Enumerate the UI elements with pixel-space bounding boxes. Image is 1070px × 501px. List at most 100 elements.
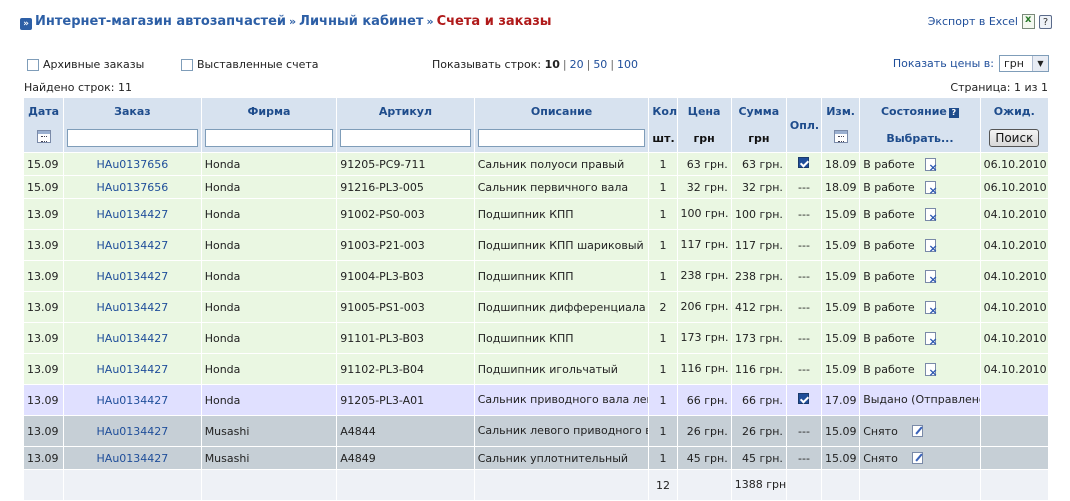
edit-doc-icon[interactable] [911,451,923,464]
order-link[interactable]: HAu0134427 [97,425,169,438]
topbar: » Интернет-магазин автозапчастей» Личный к… [20,14,1052,34]
rows-option-100[interactable]: 100 [617,58,638,71]
col-expected[interactable]: Ожид. [979,98,1050,124]
paid-checkbox[interactable] [798,157,810,168]
firm-filter-input[interactable] [204,129,334,147]
order-link[interactable]: HAu0134427 [97,332,169,345]
table-row: 13.09 HAu0134427 Musashi A4849 Сальник у… [22,446,1050,470]
table-row: 13.09 HAu0134427 Honda 91003-P21-003 Под… [22,229,1050,261]
desc-filter-input[interactable] [477,129,646,147]
calendar-icon[interactable] [36,130,51,143]
breadcrumb-separator: » [426,15,434,28]
table-row: 13.09 HAu0134427 Honda 91102-PL3-B04 Под… [22,353,1050,385]
cancel-doc-icon[interactable] [924,300,938,317]
rows-per-page: Показывать строк: 10 | 20 | 50 | 100 [432,58,639,71]
col-order[interactable]: Заказ [63,98,202,124]
search-button[interactable]: Поиск [989,129,1040,147]
desc-filter [473,124,650,153]
col-article[interactable]: Артикул [336,98,475,124]
rows-option-10[interactable]: 10 [545,58,560,71]
breadcrumb: » Интернет-магазин автозапчастей» Личный к… [20,14,552,30]
rows-label: Показывать строк: [432,58,542,71]
price-unit: грн [676,124,732,153]
order-link[interactable]: HAu0137656 [97,181,169,194]
order-link[interactable]: HAu0134427 [97,270,169,283]
order-link[interactable]: HAu0134427 [97,394,169,407]
cancel-doc-icon[interactable] [924,238,938,255]
invoices-checkbox[interactable] [181,58,193,71]
date-filter [22,124,65,153]
cancel-doc-icon[interactable] [924,180,938,197]
col-paid[interactable]: Опл. [785,98,823,153]
col-firm[interactable]: Фирма [200,98,338,124]
export-area: Экспорт в Excel ? [928,14,1052,29]
order-link[interactable]: HAu0137656 [97,158,169,171]
cancel-doc-icon[interactable] [924,362,938,379]
orders-table: Дата Заказ Фирма Артикул Описание Кол Це… [22,98,1050,501]
archive-filter[interactable]: Архивные заказы [27,58,144,71]
cancel-doc-icon[interactable] [924,269,938,286]
col-changed[interactable]: Изм. [821,98,861,124]
filters-row: Архивные заказы Выставленные счета Показ… [27,55,1049,74]
table-row: 13.09 HAu0134427 Musashi A4844 Сальник л… [22,415,1050,447]
article-filter-input[interactable] [340,129,471,147]
breadcrumb-cabinet[interactable]: Личный кабинет [299,14,423,29]
col-date[interactable]: Дата [22,98,65,124]
page-info: Страница: 1 из 1 [950,81,1048,94]
col-price[interactable]: Цена [676,98,732,124]
order-filter [63,124,202,153]
col-status[interactable]: Состояние? [859,98,981,124]
rows-found: Найдено строк: 11 [24,81,132,94]
breadcrumb-shop[interactable]: Интернет-магазин автозапчастей [35,14,286,29]
archive-checkbox[interactable] [27,58,39,71]
col-sum[interactable]: Сумма [730,98,787,124]
totals-row: 12 1388 грн. [22,469,1050,501]
order-filter-input[interactable] [67,129,198,147]
search-cell: Поиск [979,124,1050,153]
col-qty[interactable]: Кол [648,98,678,124]
paid-checkbox[interactable] [798,393,810,404]
table-row: 13.09 HAu0134427 Honda 91002-PS0-003 Под… [22,198,1050,230]
export-excel-link[interactable]: Экспорт в Excel [928,15,1018,28]
breadcrumb-current: Счета и заказы [436,14,552,29]
currency-selector: Показать цены в: грн ▼ [893,55,1049,72]
col-desc[interactable]: Описание [473,98,650,124]
currency-select[interactable]: грн ▼ [999,55,1049,72]
excel-icon[interactable] [1022,14,1035,29]
breadcrumb-arrow-icon: » [20,18,32,30]
changed-filter [821,124,861,153]
calendar-icon[interactable] [833,130,848,143]
chevron-down-icon[interactable]: ▼ [1032,56,1048,71]
article-filter [336,124,475,153]
sum-unit: грн [730,124,787,153]
table-row: 15.09 HAu0137656 Honda 91216-PL3-005 Сал… [22,175,1050,199]
table-row: 13.09 HAu0134427 Honda 91005-PS1-003 Под… [22,291,1050,323]
help-icon[interactable]: ? [1039,14,1052,29]
table-row: 13.09 HAu0134427 Honda 91101-PL3-B03 Под… [22,322,1050,354]
rows-option-20[interactable]: 20 [570,58,584,71]
qty-unit: шт. [648,124,678,153]
total-sum: 1388 грн. [730,469,787,501]
status-select[interactable]: Выбрать... [859,124,981,153]
order-link[interactable]: HAu0134427 [97,301,169,314]
table-row: 13.09 HAu0134427 Honda 91205-PL3-A01 Сал… [22,384,1050,416]
invoices-label: Выставленные счета [197,58,319,71]
invoices-filter[interactable]: Выставленные счета [181,58,319,71]
firm-filter [200,124,338,153]
table-row: 13.09 HAu0134427 Honda 91004-PL3-B03 Под… [22,260,1050,292]
cancel-doc-icon[interactable] [924,157,938,174]
status-help-icon[interactable]: ? [948,107,959,118]
order-link[interactable]: HAu0134427 [97,239,169,252]
total-qty: 12 [648,469,678,501]
order-link[interactable]: HAu0134427 [97,452,169,465]
edit-doc-icon[interactable] [911,424,923,437]
order-link[interactable]: HAu0134427 [97,208,169,221]
currency-label: Показать цены в: [892,57,994,70]
table-row: 15.09 HAu0137656 Honda 91205-PC9-711 Сал… [22,152,1050,176]
rows-option-50[interactable]: 50 [593,58,607,71]
order-link[interactable]: HAu0134427 [97,363,169,376]
cancel-doc-icon[interactable] [924,207,938,224]
breadcrumb-separator: » [289,15,297,28]
archive-label: Архивные заказы [43,58,145,71]
cancel-doc-icon[interactable] [924,331,938,348]
